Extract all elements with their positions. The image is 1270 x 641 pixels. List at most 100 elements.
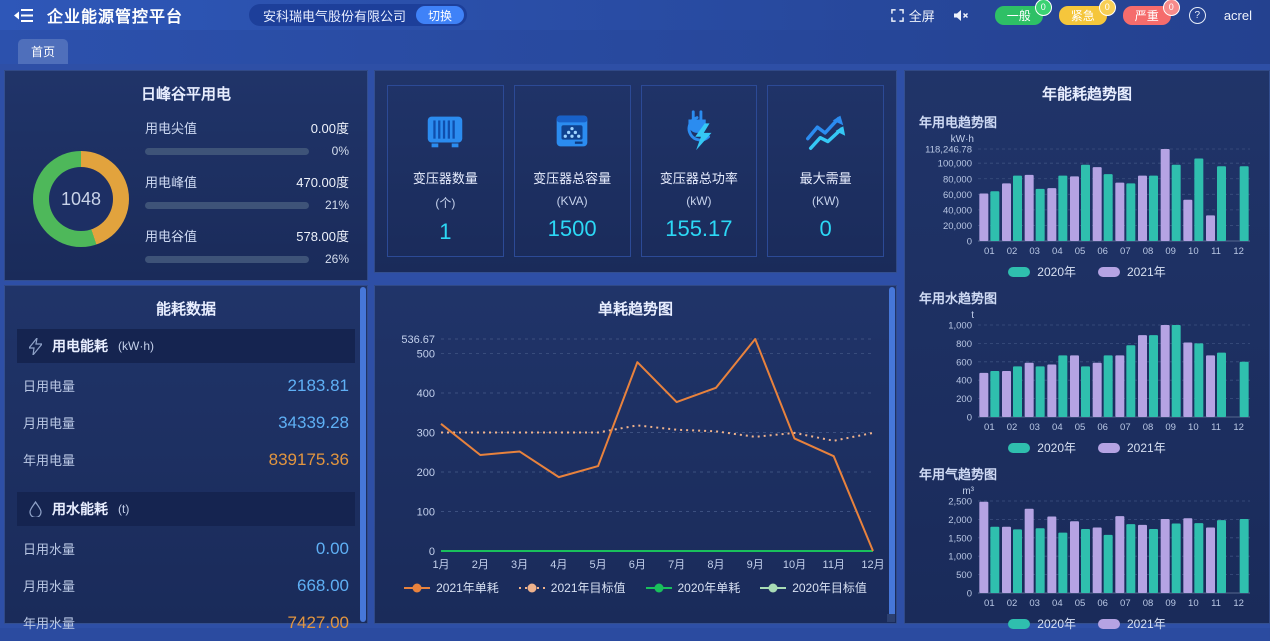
fullscreen-icon <box>891 9 904 22</box>
svg-text:118,246.78: 118,246.78 <box>925 145 972 156</box>
alarm-normal-label: 一般 <box>1007 7 1031 24</box>
svg-text:05: 05 <box>1075 246 1086 257</box>
svg-text:2,500: 2,500 <box>948 497 972 508</box>
panel-scrollbar[interactable] <box>360 287 366 622</box>
svg-text:03: 03 <box>1029 246 1040 257</box>
svg-text:05: 05 <box>1075 422 1086 433</box>
year-gas-bar-chart: m³2,5002,0001,5001,000500001020304050607… <box>908 483 1266 615</box>
data-row: 年用水量 7427.00 <box>17 604 355 641</box>
alarm-severe-button[interactable]: 严重 0 <box>1123 6 1171 25</box>
alarm-urgent-button[interactable]: 紧急 0 <box>1059 6 1107 25</box>
legend-label: 2021年 <box>1127 439 1166 456</box>
svg-text:300: 300 <box>417 427 435 439</box>
legend-item[interactable]: 2021年 <box>1098 263 1166 280</box>
legend-item[interactable]: 2020年 <box>1008 263 1076 280</box>
fullscreen-button[interactable]: 全屏 <box>891 6 935 25</box>
panel-scrollbar[interactable] <box>889 287 895 622</box>
legend-swatch <box>1098 443 1120 453</box>
svg-text:03: 03 <box>1029 598 1040 609</box>
svg-text:09: 09 <box>1165 246 1176 257</box>
data-row: 月用电量 34339.28 <box>17 404 355 441</box>
legend-label: 2021年 <box>1127 263 1166 280</box>
switch-company-button[interactable]: 切换 <box>416 6 464 24</box>
scrollbar-corner <box>887 614 895 622</box>
stat-unit: (KVA) <box>557 194 588 208</box>
legend-item[interactable]: 2020年 <box>1008 439 1076 456</box>
peak-valley-row: 用电峰值 470.00度 21% <box>145 172 349 212</box>
legend-item[interactable]: 2021年目标值 <box>519 579 626 596</box>
mute-button[interactable] <box>953 9 969 22</box>
stat-value: 0 <box>820 216 832 242</box>
electric-section-header: 用电能耗 (kW·h) <box>17 329 355 363</box>
svg-text:12: 12 <box>1233 246 1244 257</box>
line-chart-legend: 2021年单耗 2021年目标值 2020年单耗 2020年目标值 <box>375 579 896 596</box>
dashboard-page: 企业能源管控平台 安科瑞电气股份有限公司 切换 全屏 一般 <box>0 0 1270 628</box>
svg-text:12: 12 <box>1233 598 1244 609</box>
row-label: 日用电量 <box>23 376 75 395</box>
app-title: 企业能源管控平台 <box>47 3 183 27</box>
legend-label: 2021年单耗 <box>436 579 499 596</box>
svg-text:11: 11 <box>1211 422 1221 433</box>
row-label: 月用水量 <box>23 576 75 595</box>
stat-value: 155.17 <box>665 216 732 242</box>
peak-valley-row: 用电尖值 0.00度 0% <box>145 118 349 158</box>
svg-text:10: 10 <box>1188 246 1199 257</box>
alarm-normal-button[interactable]: 一般 0 <box>995 6 1043 25</box>
svg-text:8月: 8月 <box>707 559 724 571</box>
water-section-header: 用水能耗 (t) <box>17 492 355 526</box>
stat-label: 变压器数量 <box>413 168 478 187</box>
alarm-buttons: 一般 0 紧急 0 严重 0 <box>995 6 1171 25</box>
legend-item[interactable]: 2021年单耗 <box>404 579 499 596</box>
row-value: 668.00 <box>297 576 349 596</box>
stat-value: 1500 <box>548 216 597 242</box>
lightning-icon <box>29 338 42 355</box>
svg-text:06: 06 <box>1097 598 1108 609</box>
progress-track <box>145 202 309 209</box>
svg-text:02: 02 <box>1007 422 1018 433</box>
svg-text:20,000: 20,000 <box>943 221 972 232</box>
stat-card-transformer-capacity: 变压器总容量 (KVA) 1500 <box>514 85 631 257</box>
svg-text:04: 04 <box>1052 598 1063 609</box>
menu-toggle-icon[interactable] <box>14 8 33 23</box>
svg-text:03: 03 <box>1029 422 1040 433</box>
legend-item[interactable]: 2021年 <box>1098 439 1166 456</box>
chart-title: 年用水趋势图 <box>905 280 1269 307</box>
section-unit: (t) <box>118 502 129 516</box>
legend-marker <box>404 583 430 593</box>
svg-text:11月: 11月 <box>823 559 845 571</box>
svg-text:06: 06 <box>1097 246 1108 257</box>
svg-text:07: 07 <box>1120 598 1131 609</box>
alarm-normal-count: 0 <box>1035 0 1052 16</box>
year-water-bar-chart: t1,0008006004002000010203040506070809101… <box>908 307 1266 439</box>
legend-swatch <box>1008 267 1030 277</box>
svg-text:1,000: 1,000 <box>948 552 972 563</box>
svg-text:01: 01 <box>984 598 995 609</box>
legend-label: 2020年 <box>1037 615 1076 632</box>
bar-chart-legend: 2020年 2021年 <box>905 439 1269 456</box>
legend-item[interactable]: 2020年 <box>1008 615 1076 632</box>
svg-text:10: 10 <box>1188 422 1199 433</box>
data-row: 月用水量 668.00 <box>17 567 355 604</box>
legend-marker <box>646 583 672 593</box>
legend-item[interactable]: 2021年 <box>1098 615 1166 632</box>
legend-item[interactable]: 2020年目标值 <box>760 579 867 596</box>
svg-text:1,000: 1,000 <box>948 321 972 332</box>
peak-valley-body: 1048 用电尖值 0.00度 0% 用电峰值 <box>5 104 367 266</box>
peak-valley-donut-chart: 1048 <box>33 151 129 247</box>
water-rows: 日用水量 0.00 月用水量 668.00 年用水量 7427.00 <box>5 526 367 641</box>
fullscreen-label: 全屏 <box>909 6 935 25</box>
alarm-urgent-label: 紧急 <box>1071 7 1095 24</box>
stat-card-transformer-power: 变压器总功率 (kW) 155.17 <box>641 85 758 257</box>
data-row: 年用电量 839175.36 <box>17 441 355 478</box>
help-icon[interactable]: ? <box>1189 7 1206 24</box>
svg-text:kW·h: kW·h <box>951 134 974 145</box>
alarm-severe-label: 严重 <box>1135 7 1159 24</box>
tab-home[interactable]: 首页 <box>18 39 68 64</box>
bar-chart-legend: 2020年 2021年 <box>905 615 1269 632</box>
row-label: 用电谷值 <box>145 226 197 245</box>
legend-item[interactable]: 2020年单耗 <box>646 579 741 596</box>
svg-text:12: 12 <box>1233 422 1244 433</box>
company-selector[interactable]: 安科瑞电气股份有限公司 切换 <box>249 4 467 26</box>
svg-text:04: 04 <box>1052 246 1063 257</box>
unit-consumption-line-chart: 536.6750040030020010001月2月3月4月5月6月7月8月9月… <box>383 321 888 575</box>
